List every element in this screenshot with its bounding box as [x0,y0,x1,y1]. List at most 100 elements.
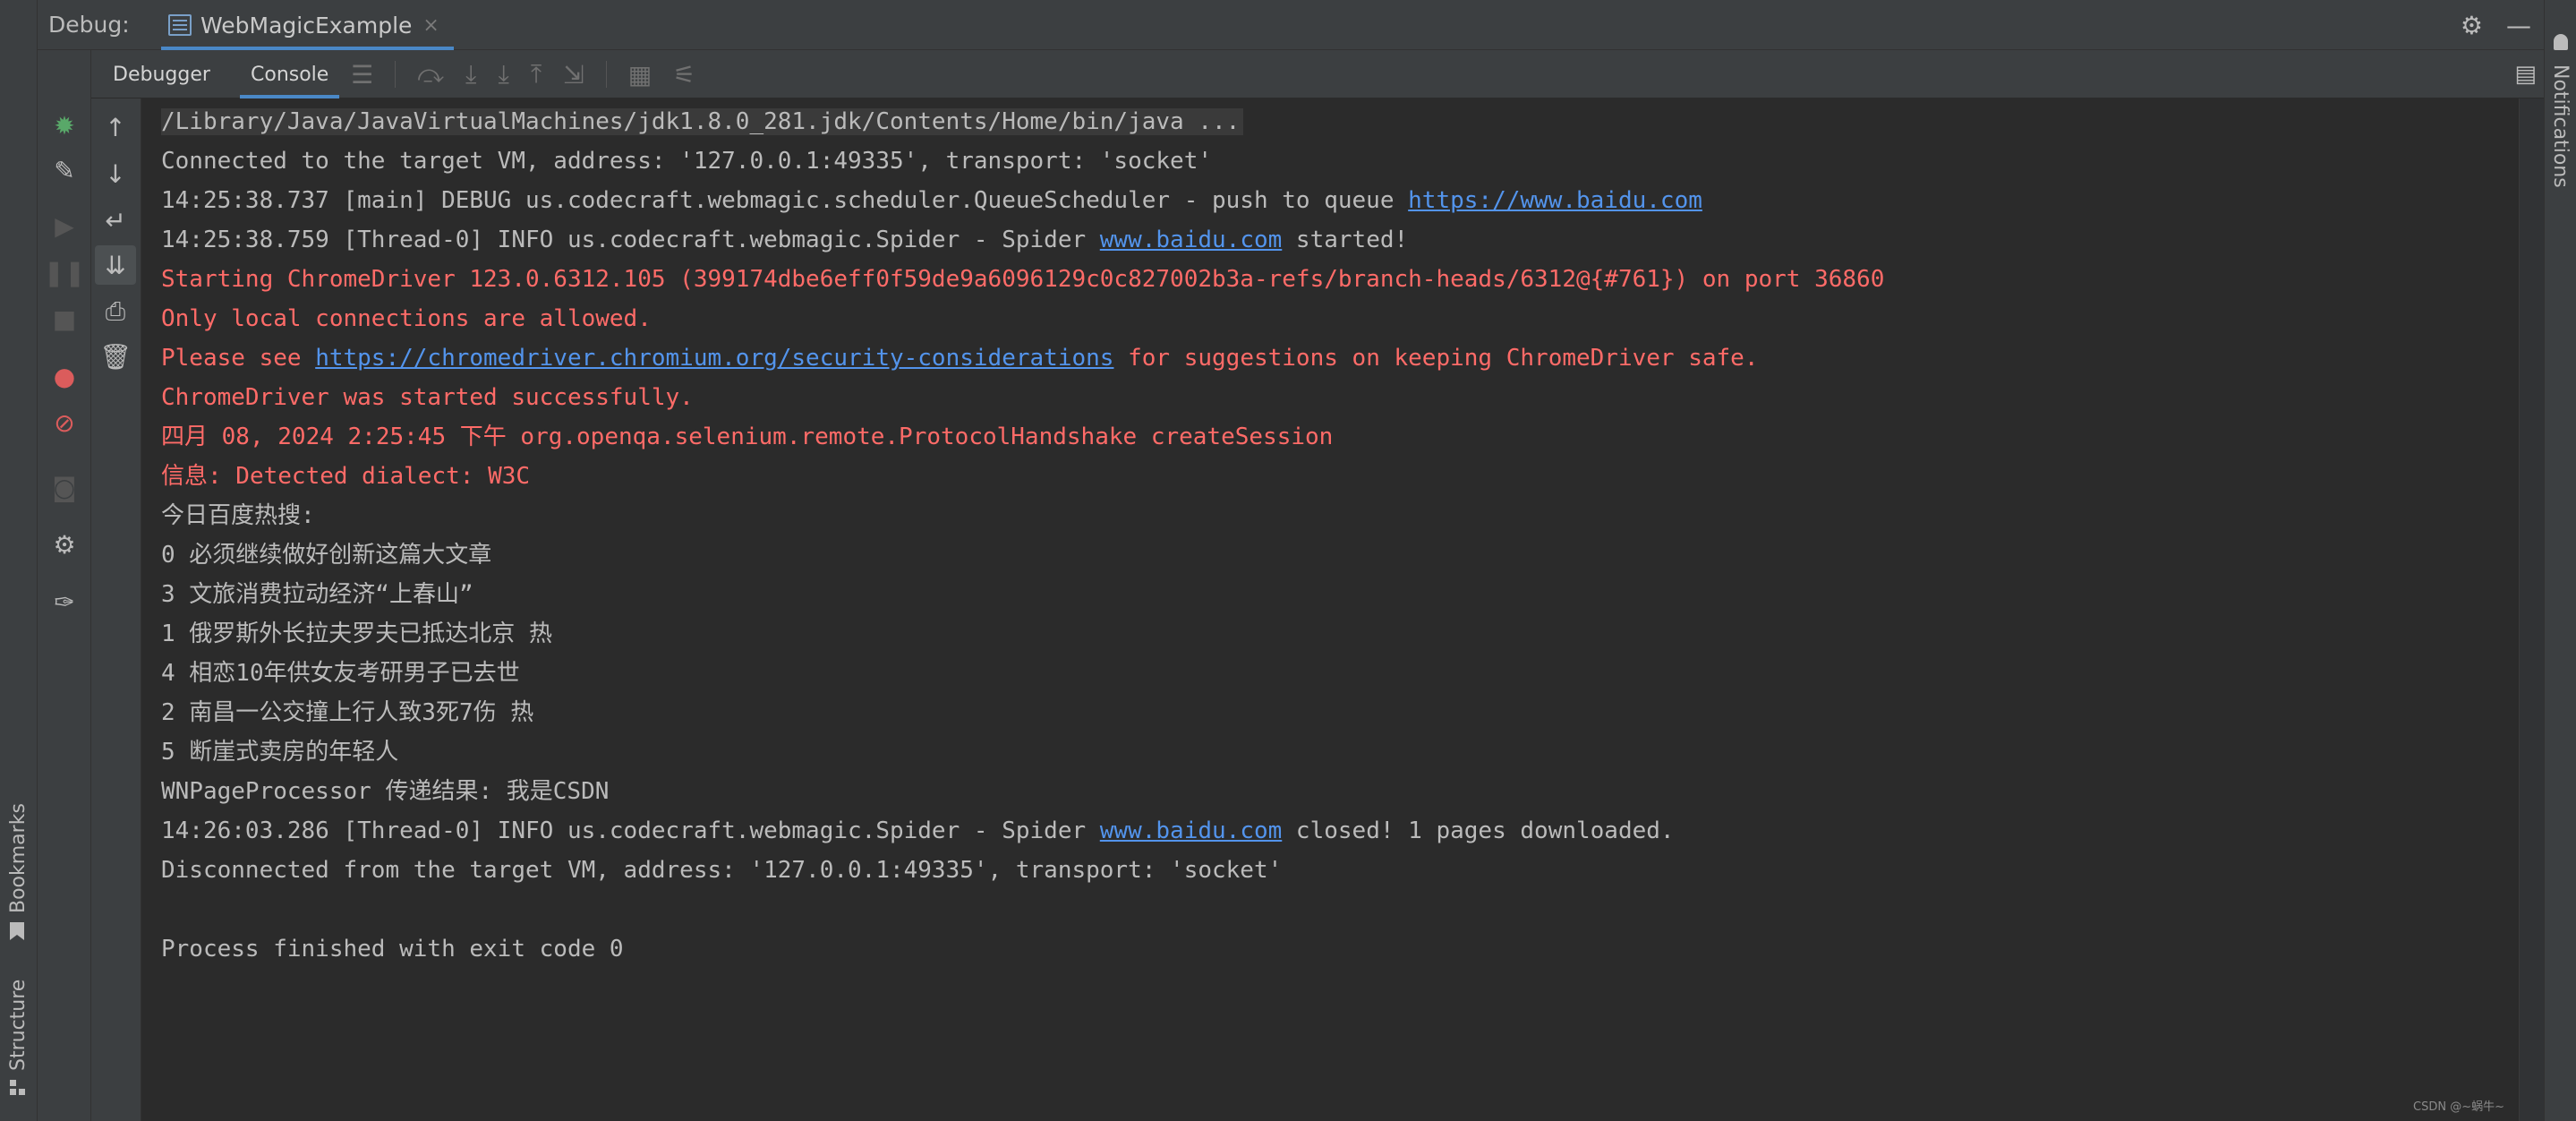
debug-actions-panel: ✹ ✎ ▶ ❚❚ ■ ● ⊘ ◙ ⚙ ✑ [38,50,91,1121]
header-actions: ⚙ — [2461,0,2531,50]
view-breakpoints-icon[interactable]: ● [38,356,91,396]
console-line: Process finished with exit code 0 [161,929,2508,969]
pin-icon[interactable]: ✑ [38,582,91,621]
toolbar-separator [605,61,607,88]
run-config-tab-label: WebMagicExample [200,12,413,39]
console-text: 5 断崖式卖房的年轻人 [161,739,399,766]
console-text: for suggestions on keeping ChromeDriver … [1113,345,1759,372]
settings-gear-icon[interactable]: ⚙ [2461,11,2483,40]
close-tab-icon[interactable]: × [422,14,439,37]
clear-all-icon[interactable]: 🗑 [95,337,136,376]
console-line: 四月 08, 2024 2:25:45 下午 org.openqa.seleni… [161,417,2508,457]
bookmarks-tool-button[interactable]: Bookmarks [7,803,30,913]
tab-console-label: Console [251,63,329,86]
structure-icon [10,1080,26,1096]
minimize-icon[interactable]: — [2506,11,2531,40]
resume-icon[interactable]: ▶ [38,206,91,245]
pause-icon[interactable]: ❚❚ [38,252,91,292]
console-text: Process finished with exit code 0 [161,936,624,963]
console-line: Only local connections are allowed. [161,299,2508,338]
left-tool-strip: Bookmarks Structure [0,0,38,1121]
console-text: 14:26:03.286 [Thread-0] INFO us.codecraf… [161,817,1100,844]
step-out-icon[interactable]: ⤒ [531,59,542,90]
right-tool-strip: Notifications [2544,0,2576,1121]
console-text: started! [1282,227,1409,253]
console-text: 14:25:38.737 [main] DEBUG us.codecraft.w… [161,187,1409,214]
structure-tool-button[interactable]: Structure [7,980,30,1071]
run-to-cursor-icon[interactable]: ⇲ [563,60,584,90]
console-text: 信息: Detected dialect: W3C [161,463,531,490]
console-text: 2 南昌一公交撞上行人致3死7伤 热 [161,699,534,726]
print-icon[interactable]: ⎙ [95,292,136,331]
bookmark-icon [10,922,24,940]
console-line: Connected to the target VM, address: '12… [161,141,2508,181]
console-line: 1 俄罗斯外长拉夫罗夫已抵达北京 热 [161,614,2508,654]
console-text: 4 相恋10年供女友考研男子已去世 [161,660,520,687]
console-line: /Library/Java/JavaVirtualMachines/jdk1.8… [161,102,2508,141]
console-line: 14:25:38.737 [main] DEBUG us.codecraft.w… [161,181,2508,220]
step-over-icon[interactable]: ⤓ [465,59,476,90]
debug-tool-window-header: Debug: WebMagicExample × ⚙ — [38,0,2544,50]
console-text: Only local connections are allowed. [161,305,652,332]
console-line: 14:26:03.286 [Thread-0] INFO us.codecraf… [161,811,2508,851]
step-into-icon[interactable]: ⤓ [498,59,508,90]
scroll-to-end-icon[interactable]: ⇊ [95,245,136,285]
show-execution-point-icon[interactable]: ⤼ [417,59,444,90]
console-line: Starting ChromeDriver 123.0.6312.105 (39… [161,260,2508,299]
console-text: 四月 08, 2024 2:25:45 下午 org.openqa.seleni… [161,424,1334,450]
console-text: ChromeDriver was started successfully. [161,384,694,411]
console-text: 3 文旅消费拉动经济“上春山” [161,581,473,608]
console-line: Please see https://chromedriver.chromium… [161,338,2508,378]
console-file-icon [168,14,192,36]
debug-label: Debug: [48,12,130,38]
wrench-icon[interactable]: ✎ [38,150,91,190]
console-line: 信息: Detected dialect: W3C [161,457,2508,496]
threads-list-icon[interactable]: ☰ [351,60,373,90]
console-line: 5 断崖式卖房的年轻人 [161,732,2508,772]
console-link[interactable]: www.baidu.com [1100,817,1283,844]
console-text: Starting ChromeDriver 123.0.6312.105 (39… [161,266,1885,293]
console-text: Please see [161,345,316,372]
notifications-tool-button[interactable]: Notifications [2549,64,2572,188]
console-text: Connected to the target VM, address: '12… [161,148,1212,175]
console-actions-panel: ↑ ↓ ↵ ⇊ ⎙ 🗑 [91,98,141,1121]
console-line: 14:25:38.759 [Thread-0] INFO us.codecraf… [161,220,2508,260]
bug-icon[interactable]: ✹ [38,106,91,145]
console-link[interactable]: www.baidu.com [1100,227,1283,253]
toolbar-separator [395,61,397,88]
console-text: Disconnected from the target VM, address… [161,857,1283,884]
down-stack-frame-icon[interactable]: ↓ [95,154,136,193]
settings-icon[interactable]: ⚙ [38,525,91,564]
console-line: 0 必须继续做好创新这篇大文章 [161,535,2508,575]
console-text: 14:25:38.759 [Thread-0] INFO us.codecraf… [161,227,1100,253]
stop-icon[interactable]: ■ [38,299,91,338]
soft-wrap-icon[interactable]: ↵ [95,201,136,240]
tab-debugger[interactable]: Debugger [113,50,210,98]
console-text: /Library/Java/JavaVirtualMachines/jdk1.8… [161,108,1244,135]
run-config-tab[interactable]: WebMagicExample × [158,0,457,50]
evaluate-expression-icon[interactable]: ▦ [628,60,652,90]
console-scrollbar[interactable] [2519,98,2544,1121]
console-text: 0 必须继续做好创新这篇大文章 [161,542,492,569]
notifications-bell-icon [2554,34,2568,50]
tab-debugger-label: Debugger [113,63,210,86]
up-stack-frame-icon[interactable]: ↑ [95,107,136,147]
console-lines: /Library/Java/JavaVirtualMachines/jdk1.8… [161,102,2508,969]
stepping-actions: ☰ ⤼ ⤓ ⤓ ⤒ ⇲ ▦ ⚟ [351,50,695,98]
console-line: WNPageProcessor 传递结果: 我是CSDN [161,772,2508,811]
camera-icon[interactable]: ◙ [38,467,91,507]
watermark: CSDN @~蜗牛~ [2413,1100,2504,1114]
console-line: ChromeDriver was started successfully. [161,378,2508,417]
console-line: 4 相恋10年供女友考研男子已去世 [161,654,2508,693]
console-text: 1 俄罗斯外长拉夫罗夫已抵达北京 热 [161,620,552,647]
console-link[interactable]: https://www.baidu.com [1408,187,1702,214]
trace-stream-icon[interactable]: ⚟ [673,60,695,90]
layout-settings-icon[interactable]: ▤ [2514,61,2537,88]
console-link[interactable]: https://chromedriver.chromium.org/securi… [315,345,1113,372]
tab-console[interactable]: Console [240,50,340,98]
mute-breakpoints-icon[interactable]: ⊘ [38,403,91,442]
debug-toolbar: Debugger Console ☰ ⤼ ⤓ ⤓ ⤒ ⇲ ▦ ⚟ ▤ [38,50,2544,98]
console-text: closed! 1 pages downloaded. [1282,817,1675,844]
console-output[interactable]: /Library/Java/JavaVirtualMachines/jdk1.8… [141,98,2544,1121]
